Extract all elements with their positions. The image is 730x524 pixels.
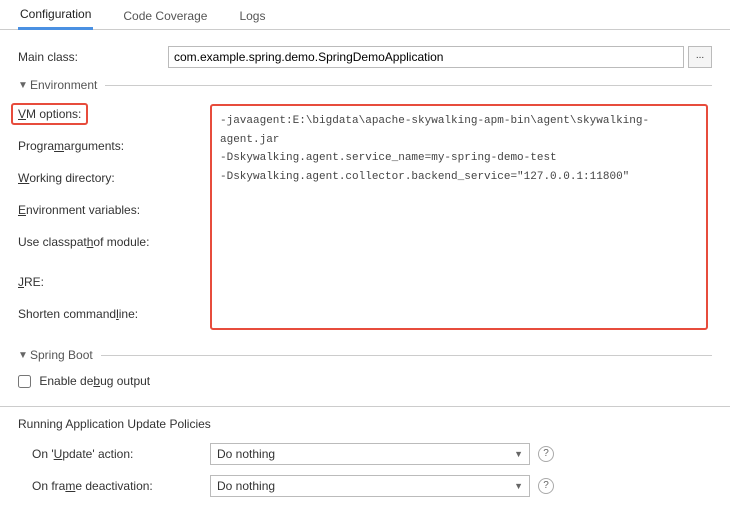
policies-title: Running Application Update Policies — [18, 417, 712, 431]
enable-debug-input[interactable] — [18, 375, 31, 388]
help-icon[interactable]: ? — [538, 478, 554, 494]
springboot-group-header[interactable]: ▼ Spring Boot — [18, 348, 712, 362]
classpath-label: Use classpath of module: — [18, 232, 210, 272]
collapse-icon: ▼ — [18, 350, 30, 361]
environment-group-header[interactable]: ▼ Environment — [18, 78, 712, 92]
springboot-title: Spring Boot — [30, 348, 93, 362]
tab-configuration[interactable]: Configuration — [18, 0, 93, 30]
on-update-select[interactable]: Do nothing ▼ — [210, 443, 530, 465]
vm-options-label: VM options: — [11, 103, 88, 125]
tab-logs[interactable]: Logs — [237, 2, 267, 29]
main-class-browse-button[interactable]: ... — [688, 46, 712, 68]
env-vars-label: Environment variables: — [18, 200, 210, 232]
shorten-cmd-label: Shorten command line: — [18, 304, 210, 336]
vm-options-textarea[interactable]: -javaagent:E:\bigdata\apache-skywalking-… — [210, 104, 708, 330]
on-update-label: On 'Update' action: — [32, 447, 210, 461]
chevron-down-icon: ▼ — [514, 481, 523, 491]
jre-label: JRE: — [18, 272, 210, 304]
program-args-label: Program arguments: — [18, 136, 210, 168]
tab-code-coverage[interactable]: Code Coverage — [121, 2, 209, 29]
main-class-label: Main class: — [18, 50, 168, 64]
main-class-input[interactable] — [168, 46, 684, 68]
tab-bar: Configuration Code Coverage Logs — [0, 0, 730, 30]
environment-title: Environment — [30, 78, 97, 92]
on-frame-label: On frame deactivation: — [32, 479, 210, 493]
help-icon[interactable]: ? — [538, 446, 554, 462]
enable-debug-checkbox[interactable]: Enable debug output — [18, 374, 150, 388]
chevron-down-icon: ▼ — [514, 449, 523, 459]
collapse-icon: ▼ — [18, 80, 30, 91]
working-dir-label: Working directory: — [18, 168, 210, 200]
on-frame-select[interactable]: Do nothing ▼ — [210, 475, 530, 497]
